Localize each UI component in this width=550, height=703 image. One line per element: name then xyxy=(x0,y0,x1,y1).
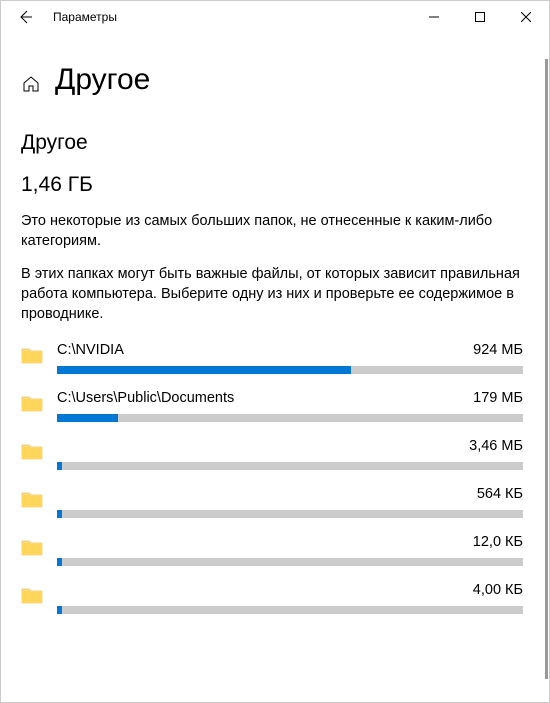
folder-icon xyxy=(21,584,43,606)
folder-body: C:\NVIDIA 924 МБ xyxy=(57,342,523,374)
folder-body: C:\Users\Public\Documents 179 МБ xyxy=(57,390,523,422)
maximize-button[interactable] xyxy=(457,1,503,33)
description-1: Это некоторые из самых больших папок, не… xyxy=(21,211,523,252)
folder-icon xyxy=(21,536,43,558)
usage-bar xyxy=(57,510,523,518)
folder-item[interactable]: C:\NVIDIA 924 МБ xyxy=(21,336,523,384)
folder-item[interactable]: 3,46 МБ xyxy=(21,432,523,480)
usage-bar xyxy=(57,558,523,566)
folder-icon xyxy=(21,392,43,414)
back-button[interactable] xyxy=(9,1,41,33)
folder-size: 924 МБ xyxy=(473,342,523,360)
folder-list: C:\NVIDIA 924 МБ C:\Users\Public\Documen… xyxy=(21,336,523,624)
header: Другое xyxy=(21,63,523,97)
folder-item[interactable]: 4,00 КБ xyxy=(21,576,523,624)
description-2: В этих папках могут быть важные файлы, о… xyxy=(21,264,523,325)
folder-size: 3,46 МБ xyxy=(469,438,523,456)
section-heading: Другое xyxy=(21,131,523,155)
home-icon[interactable] xyxy=(21,74,41,94)
scrollbar[interactable] xyxy=(545,59,548,679)
close-button[interactable] xyxy=(503,1,549,33)
folder-size: 12,0 КБ xyxy=(473,534,523,552)
folder-item[interactable]: 564 КБ xyxy=(21,480,523,528)
usage-bar xyxy=(57,366,523,374)
minimize-button[interactable] xyxy=(411,1,457,33)
usage-bar-fill xyxy=(57,606,62,614)
folder-item[interactable]: 12,0 КБ xyxy=(21,528,523,576)
folder-item[interactable]: C:\Users\Public\Documents 179 МБ xyxy=(21,384,523,432)
titlebar: Параметры xyxy=(1,1,549,33)
page-title: Другое xyxy=(55,63,150,97)
usage-bar-fill xyxy=(57,366,351,374)
usage-bar-fill xyxy=(57,462,62,470)
folder-path: C:\Users\Public\Documents xyxy=(57,390,242,408)
window-controls xyxy=(411,1,549,33)
window-title: Параметры xyxy=(53,10,411,24)
folder-body: 4,00 КБ xyxy=(57,582,523,614)
usage-bar-fill xyxy=(57,414,118,422)
folder-path xyxy=(57,438,65,456)
usage-bar xyxy=(57,414,523,422)
folder-body: 12,0 КБ xyxy=(57,534,523,566)
folder-size: 179 МБ xyxy=(473,390,523,408)
usage-bar xyxy=(57,462,523,470)
folder-path xyxy=(57,534,65,552)
usage-bar xyxy=(57,606,523,614)
folder-icon xyxy=(21,440,43,462)
folder-path xyxy=(57,582,65,600)
folder-path xyxy=(57,486,65,504)
usage-bar-fill xyxy=(57,510,62,518)
folder-size: 564 КБ xyxy=(477,486,523,504)
usage-bar-fill xyxy=(57,558,62,566)
folder-body: 3,46 МБ xyxy=(57,438,523,470)
folder-icon xyxy=(21,488,43,510)
folder-icon xyxy=(21,344,43,366)
folder-body: 564 КБ xyxy=(57,486,523,518)
content-area: Другое Другое 1,46 ГБ Это некоторые из с… xyxy=(1,33,549,702)
total-size: 1,46 ГБ xyxy=(21,173,523,197)
folder-size: 4,00 КБ xyxy=(473,582,523,600)
folder-path: C:\NVIDIA xyxy=(57,342,132,360)
